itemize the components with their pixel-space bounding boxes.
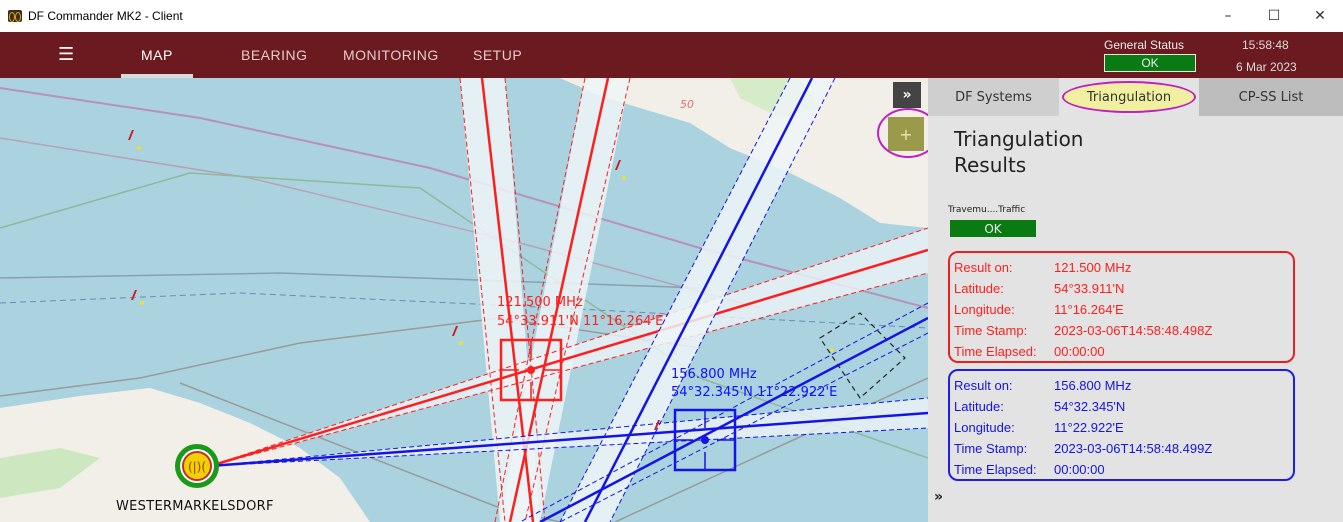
result-value: 156.800 MHz: [1054, 378, 1132, 393]
result-row: Time Stamp: 2023-03-06T14:58:48.499Z: [954, 438, 1293, 459]
result-value: 54°33.911'N: [1054, 281, 1125, 296]
result-value: 11°16.264'E: [1054, 302, 1124, 317]
add-button[interactable]: +: [888, 117, 924, 151]
result-label: Result on:: [954, 260, 1013, 275]
result-label: Longitude:: [954, 420, 1015, 435]
menu-icon[interactable]: ☰: [58, 44, 74, 65]
nav-tab-monitoring[interactable]: MONITORING: [343, 47, 439, 63]
result-row: Longitude: 11°16.264'E: [954, 299, 1293, 320]
tab-df-systems[interactable]: DF Systems: [928, 78, 1059, 116]
result-row: Latitude: 54°33.911'N: [954, 278, 1293, 299]
result-label: Longitude:: [954, 302, 1015, 317]
result-row: Longitude: 11°22.922'E: [954, 417, 1293, 438]
result-label: Time Elapsed:: [954, 462, 1037, 477]
red-result-frequency-label: 121.500 MHz: [497, 295, 583, 310]
side-panel: DF Systems Triangulation CP-SS List Tria…: [928, 78, 1343, 522]
contour-label-text: 50: [680, 98, 694, 111]
expand-panel-button[interactable]: »: [934, 489, 943, 505]
general-status-badge: OK: [1104, 54, 1196, 72]
panel-title: Triangulation Results: [954, 126, 1083, 178]
result-value: 11°22.922'E: [1054, 420, 1124, 435]
stream-status-badge: OK: [950, 220, 1036, 237]
result-label: Time Elapsed:: [954, 344, 1037, 359]
panel-title-line2: Results: [954, 153, 1027, 177]
result-value: 2023-03-06T14:58:48.498Z: [1054, 323, 1213, 338]
map-canvas[interactable]: 50 (|)(: [0, 78, 928, 522]
collapse-panel-button[interactable]: »: [893, 82, 921, 108]
window-controls: – ☐ ✕: [1205, 0, 1343, 32]
app-logo-icon: [8, 10, 22, 22]
result-value: 00:00:00: [1054, 344, 1105, 359]
nav-tab-setup[interactable]: SETUP: [473, 47, 522, 63]
tab-triangulation[interactable]: Triangulation: [1062, 81, 1196, 113]
result-value: 00:00:00: [1054, 462, 1105, 477]
window-title: DF Commander MK2 - Client: [28, 9, 183, 23]
blue-result-coords-label: 54°32.345'N 11°22.922'E: [671, 385, 838, 400]
minimize-button[interactable]: –: [1205, 0, 1251, 32]
result-label: Time Stamp:: [954, 323, 1028, 338]
clock-date: 6 Mar 2023: [1236, 60, 1297, 74]
nav-tab-bearing[interactable]: BEARING: [241, 47, 308, 63]
svg-text:(|)(: (|)(: [188, 460, 206, 474]
stream-label: Travemu....Traffic: [948, 205, 1026, 215]
result-row: Time Stamp: 2023-03-06T14:58:48.498Z: [954, 320, 1293, 341]
result-value: 2023-03-06T14:58:48.499Z: [1054, 441, 1213, 456]
general-status-label: General Status: [1104, 38, 1185, 52]
nav-tab-map[interactable]: MAP: [141, 47, 173, 63]
result-row: Latitude: 54°32.345'N: [954, 396, 1293, 417]
result-label: Time Stamp:: [954, 441, 1028, 456]
result-card-red[interactable]: Result on: 121.500 MHz Latitude: 54°33.911…: [948, 251, 1295, 363]
result-row: Time Elapsed: 00:00:00: [954, 459, 1293, 480]
result-value: 121.500 MHz: [1054, 260, 1132, 275]
result-row: Result on: 156.800 MHz: [954, 375, 1293, 396]
result-label: Result on:: [954, 378, 1013, 393]
close-button[interactable]: ✕: [1297, 0, 1343, 32]
panel-tabs: DF Systems Triangulation CP-SS List: [928, 78, 1343, 116]
window-titlebar: DF Commander MK2 - Client – ☐ ✕: [0, 0, 1343, 32]
map-view[interactable]: 50 (|)(121.500 MHz 54°33.911'N 11°16.26…: [0, 78, 928, 522]
main-nav-bar: ☰ MAP BEARING MONITORING SETUP General S…: [0, 32, 1343, 78]
tab-triangulation-label: Triangulation: [1086, 89, 1172, 105]
result-value: 54°32.345'N: [1054, 399, 1126, 414]
maximize-button[interactable]: ☐: [1251, 0, 1297, 32]
result-card-blue[interactable]: Result on: 156.800 MHz Latitude: 54°32.345…: [948, 369, 1295, 481]
result-row: Time Elapsed: 00:00:00: [954, 341, 1293, 362]
route-line: [0, 272, 701, 289]
result-row: Result on: 121.500 MHz: [954, 257, 1293, 278]
result-label: Latitude:: [954, 399, 1004, 414]
panel-title-line1: Triangulation: [954, 127, 1084, 151]
red-result-coords-label: 54°33.911'N 11°16.264'E: [497, 314, 664, 329]
df-station-marker: (|)(: [175, 444, 219, 488]
result-label: Latitude:: [954, 281, 1004, 296]
tab-cp-ss-list[interactable]: CP-SS List: [1199, 78, 1343, 116]
blue-result-frequency-label: 156.800 MHz: [671, 367, 757, 382]
clock-time: 15:58:48: [1242, 38, 1289, 52]
station-name-label: WESTERMARKELSDORF: [116, 499, 274, 514]
maritime-boundary-line-2: [0, 137, 761, 309]
blue-bearing-line: [209, 411, 928, 468]
